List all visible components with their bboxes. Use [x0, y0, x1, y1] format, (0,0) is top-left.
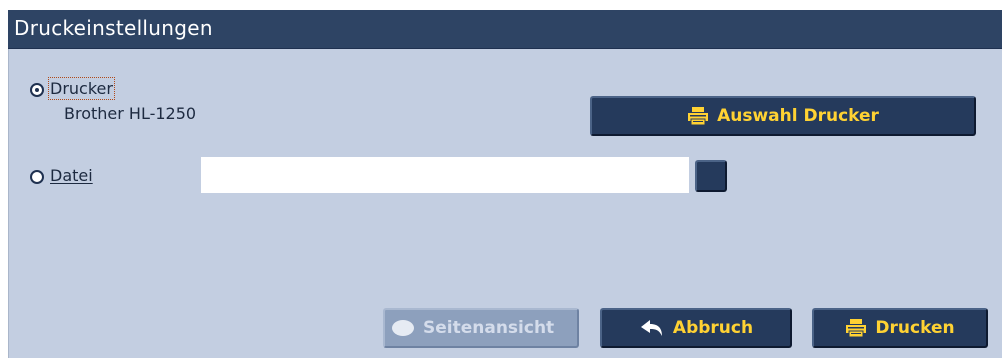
dialog-titlebar: Druckeinstellungen: [8, 10, 1002, 49]
radio-selected-dot: [35, 88, 39, 92]
printer-radio[interactable]: [30, 83, 44, 97]
select-printer-label: Auswahl Drucker: [717, 106, 879, 126]
select-printer-button[interactable]: Auswahl Drucker: [590, 96, 976, 136]
print-label: Drucken: [875, 318, 955, 338]
print-settings-dialog: Druckeinstellungen Drucker Brother HL-12…: [8, 10, 1002, 358]
printer-option-label[interactable]: Drucker: [48, 77, 115, 100]
browse-file-button[interactable]: [695, 160, 727, 192]
preview-label: Seitenansicht: [423, 318, 555, 338]
file-radio[interactable]: [30, 170, 44, 184]
printer-name: Brother HL-1250: [64, 104, 197, 123]
undo-arrow-icon: [639, 318, 665, 338]
dialog-title: Druckeinstellungen: [14, 16, 213, 40]
preview-icon: [391, 319, 415, 337]
file-path-input[interactable]: [201, 157, 689, 193]
file-option-label[interactable]: Datei: [50, 166, 93, 185]
printer-icon: [845, 318, 867, 338]
cancel-button[interactable]: Abbruch: [600, 308, 792, 348]
cancel-label: Abbruch: [672, 318, 754, 338]
preview-button[interactable]: Seitenansicht: [383, 308, 579, 348]
print-button[interactable]: Drucken: [812, 308, 988, 348]
printer-icon: [687, 106, 709, 126]
